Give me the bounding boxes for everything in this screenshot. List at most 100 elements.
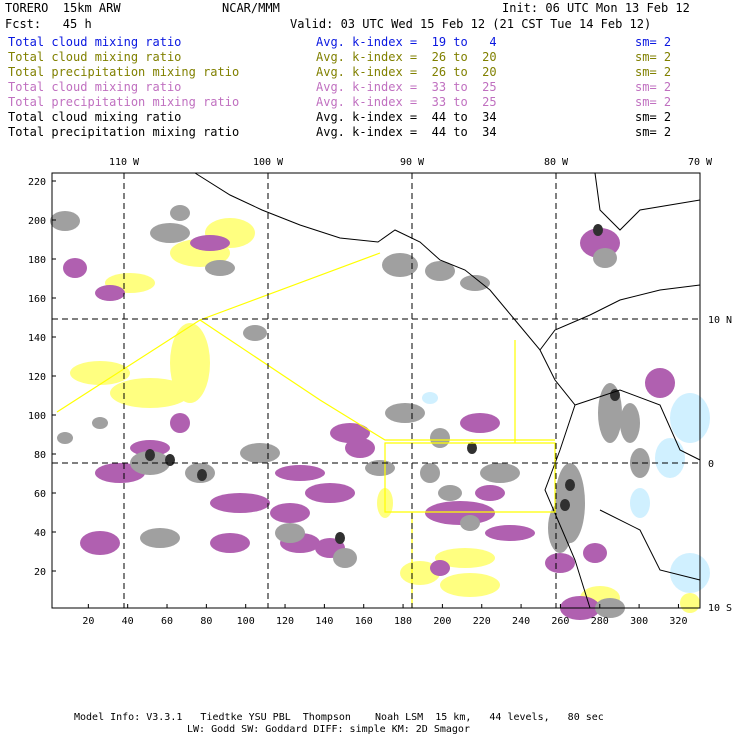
purple-cloud-area [305, 483, 355, 503]
model-title: TORERO 15km ARW [5, 1, 121, 15]
legend-sm: sm= 2 [635, 125, 672, 139]
purple-cloud-area [210, 493, 270, 513]
x-tick-label: 20 [82, 616, 94, 627]
yellow-cloud-area [70, 361, 130, 385]
purple-cloud-area [645, 368, 675, 398]
gray-cloud-area [365, 460, 395, 476]
legend-sm: sm= 2 [635, 35, 672, 49]
purple-cloud-area [485, 525, 535, 541]
intense-precip-core [467, 442, 477, 454]
legend-range: Avg. k-index = 26 to 20 [316, 50, 497, 64]
lightblue-cloud-area [422, 392, 438, 404]
legend-sm: sm= 2 [635, 65, 672, 79]
yellow-cloud-area [680, 593, 700, 613]
purple-cloud-area [210, 533, 250, 553]
x-tick-label: 120 [276, 616, 294, 627]
gray-cloud-area [593, 248, 617, 268]
legend-range: Avg. k-index = 26 to 20 [316, 65, 497, 79]
model-info-line1: Model Info: V3.3.1 Tiedtke YSU PBL Thomp… [74, 712, 604, 723]
y-tick-label: 120 [28, 372, 46, 383]
x-tick-label: 200 [433, 616, 451, 627]
purple-cloud-area [430, 560, 450, 576]
y-tick-label: 100 [28, 411, 46, 422]
latitude-label: 10 S [708, 603, 732, 614]
legend-field: Total cloud mixing ratio [8, 35, 182, 49]
legend-field: Total precipitation mixing ratio [8, 95, 240, 109]
lightblue-cloud-area [670, 393, 710, 443]
x-tick-label: 140 [315, 616, 333, 627]
intense-precip-core [560, 499, 570, 511]
latitude-label: 0 [708, 459, 714, 470]
x-tick-label: 40 [122, 616, 134, 627]
gray-cloud-area [420, 463, 440, 483]
legend-field: Total cloud mixing ratio [8, 80, 182, 94]
purple-cloud-area [545, 553, 575, 573]
longitude-label: 90 W [400, 157, 425, 168]
purple-cloud-area [190, 235, 230, 251]
purple-cloud-area [63, 258, 87, 278]
legend-field: Total precipitation mixing ratio [8, 65, 240, 79]
legend-range: Avg. k-index = 44 to 34 [316, 125, 497, 139]
gray-cloud-area [92, 417, 108, 429]
y-tick-label: 40 [34, 528, 46, 539]
intense-precip-core [335, 532, 345, 544]
y-tick-label: 220 [28, 177, 46, 188]
longitude-label: 70 W [688, 157, 713, 168]
intense-precip-core [593, 224, 603, 236]
purple-cloud-area [345, 438, 375, 458]
y-tick-label: 80 [34, 450, 46, 461]
gray-cloud-area [57, 432, 73, 444]
gray-cloud-area [170, 205, 190, 221]
y-tick-label: 180 [28, 255, 46, 266]
legend-field: Total cloud mixing ratio [8, 110, 182, 124]
y-tick-label: 160 [28, 294, 46, 305]
gray-cloud-area [50, 211, 80, 231]
legend-range: Avg. k-index = 33 to 25 [316, 95, 497, 109]
legend-range: Avg. k-index = 19 to 4 [316, 35, 497, 49]
x-tick-label: 100 [237, 616, 255, 627]
y-tick-label: 140 [28, 333, 46, 344]
x-tick-label: 220 [473, 616, 491, 627]
gray-cloud-area [140, 528, 180, 548]
legend-sm: sm= 2 [635, 50, 672, 64]
gray-cloud-area [243, 325, 267, 341]
purple-cloud-area [583, 543, 607, 563]
forecast-hour: Fcst: 45 h [5, 17, 92, 31]
gray-cloud-area [275, 523, 305, 543]
gray-cloud-area [460, 515, 480, 531]
legend-sm: sm= 2 [635, 80, 672, 94]
legend-range: Avg. k-index = 33 to 25 [316, 80, 497, 94]
purple-cloud-area [425, 501, 495, 525]
longitude-label: 80 W [544, 157, 569, 168]
organization: NCAR/MMM [222, 1, 280, 15]
gray-cloud-area [333, 548, 357, 568]
gray-cloud-area [430, 428, 450, 448]
lightblue-cloud-area [655, 438, 685, 478]
model-info-line2: LW: Godd SW: Goddard DIFF: simple KM: 2D… [187, 724, 470, 735]
x-tick-label: 180 [394, 616, 412, 627]
gray-cloud-area [385, 403, 425, 423]
lightblue-cloud-area [630, 488, 650, 518]
x-tick-label: 240 [512, 616, 530, 627]
y-tick-label: 200 [28, 216, 46, 227]
intense-precip-core [197, 469, 207, 481]
purple-cloud-area [80, 531, 120, 555]
purple-cloud-area [275, 465, 325, 481]
legend-field: Total precipitation mixing ratio [8, 125, 240, 139]
x-tick-label: 280 [591, 616, 609, 627]
purple-cloud-area [475, 485, 505, 501]
gray-cloud-area [205, 260, 235, 276]
purple-cloud-area [270, 503, 310, 523]
purple-cloud-area [95, 285, 125, 301]
gray-cloud-area [438, 485, 462, 501]
intense-precip-core [145, 449, 155, 461]
lightblue-cloud-area [670, 553, 710, 593]
x-tick-label: 80 [200, 616, 212, 627]
valid-time: Valid: 03 UTC Wed 15 Feb 12 (21 CST Tue … [290, 17, 652, 31]
legend-sm: sm= 2 [635, 110, 672, 124]
x-tick-label: 60 [161, 616, 173, 627]
gray-cloud-area [382, 253, 418, 277]
legend-field: Total cloud mixing ratio [8, 50, 182, 64]
y-tick-label: 20 [34, 567, 46, 578]
intense-precip-core [565, 479, 575, 491]
